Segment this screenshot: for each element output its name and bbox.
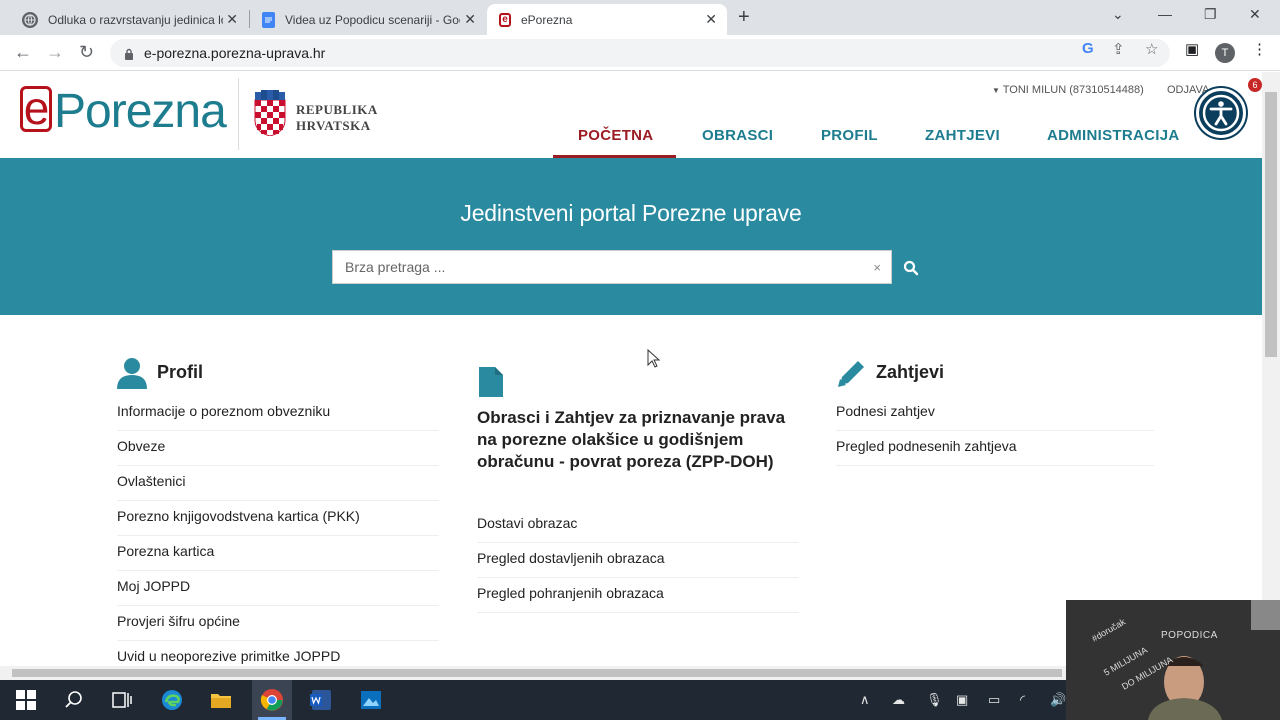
task-view-icon[interactable] <box>110 688 134 712</box>
wifi-icon[interactable]: ◜ <box>1020 692 1025 708</box>
more-menu-icon[interactable]: ⋮ <box>1252 40 1267 58</box>
close-tab-icon[interactable]: ✕ <box>705 12 717 26</box>
document-icon <box>479 367 503 397</box>
restore-icon[interactable]: ❐ <box>1204 6 1217 23</box>
zahtjevi-link-pregled[interactable]: Pregled podnesenih zahtjeva <box>836 438 1017 454</box>
mouse-cursor-icon <box>647 349 661 368</box>
profil-link-sifra-opcine[interactable]: Provjeri šifru općine <box>117 613 240 629</box>
horizontal-scrollbar[interactable] <box>0 666 1066 680</box>
address-bar[interactable]: e-porezna.porezna-uprava.hr <box>110 39 1170 67</box>
share-icon[interactable]: ⇪ <box>1112 40 1125 58</box>
side-panel-icon[interactable]: ▣ <box>1185 40 1199 58</box>
site-header: e Porezna REPUBLIKA HRVATSKA ▼ TONI MILU… <box>0 72 1262 158</box>
photos-icon[interactable] <box>359 688 383 712</box>
forward-icon[interactable]: → <box>46 42 64 62</box>
hero-banner: Jedinstveni portal Porezne uprave × <box>0 158 1262 315</box>
nav-administracija[interactable]: ADMINISTRACIJA <box>1047 127 1180 144</box>
obrasci-link-dostavi[interactable]: Dostavi obrazac <box>477 515 577 531</box>
profil-link-ovlastenici[interactable]: Ovlaštenici <box>117 473 185 489</box>
browser-tabstrip: Odluka o razvrstavanju jedinica lo ✕ Vid… <box>0 0 1280 35</box>
bookmark-star-icon[interactable]: ☆ <box>1145 40 1158 58</box>
search-icon[interactable] <box>903 260 919 276</box>
url-text: e-porezna.porezna-uprava.hr <box>144 45 326 61</box>
microphone-icon[interactable]: 🎙 <box>926 692 943 708</box>
search-taskbar-icon[interactable] <box>62 688 86 712</box>
new-tab-icon[interactable]: + <box>738 7 750 27</box>
tab-odluka[interactable]: Odluka o razvrstavanju jedinica lo ✕ <box>10 4 248 35</box>
profil-link-porezna-kartica[interactable]: Porezna kartica <box>117 543 214 559</box>
user-icon <box>117 358 147 389</box>
word-icon[interactable] <box>309 688 333 712</box>
battery-icon[interactable]: ▭ <box>988 692 1000 708</box>
profil-link-informacije[interactable]: Informacije o poreznom obvezniku <box>117 403 330 419</box>
user-menu[interactable]: ▼ TONI MILUN (87310514488) ODJAVA <box>992 84 1209 96</box>
minimize-icon[interactable]: — <box>1158 6 1172 22</box>
globe-icon <box>22 11 38 28</box>
obrasci-link-dostavljeni[interactable]: Pregled dostavljenih obrazaca <box>477 550 665 566</box>
obrasci-heading: Obrasci i Zahtjev za priznavanje prava n… <box>477 408 786 471</box>
tray-overflow-icon[interactable]: ∧ <box>860 692 870 708</box>
webcam-overlay: #doručak 5 MILIJUNA DO MILIJUNA POPODICA <box>1066 600 1280 720</box>
close-window-icon[interactable]: ✕ <box>1249 6 1261 23</box>
eporezna-icon: e <box>499 12 511 27</box>
tab-title: Odluka o razvrstavanju jedinica lo <box>48 12 223 27</box>
vertical-scrollbar[interactable] <box>1262 72 1280 684</box>
tab-videa[interactable]: Videa uz Popodicu scenariji - Goo ✕ <box>250 4 486 35</box>
onedrive-icon[interactable]: ☁ <box>892 692 905 708</box>
volume-icon[interactable]: 🔊 <box>1050 692 1066 708</box>
notification-badge[interactable]: 6 <box>1248 78 1262 92</box>
republika-hrvatska-label: REPUBLIKA HRVATSKA <box>296 102 378 133</box>
profil-link-pkk[interactable]: Porezno knjigovodstvena kartica (PKK) <box>117 508 360 524</box>
nav-obrasci[interactable]: OBRASCI <box>702 127 773 144</box>
windows-start-icon[interactable] <box>14 688 38 712</box>
pencil-icon <box>838 361 864 387</box>
obrasci-link-pohranjeni[interactable]: Pregled pohranjenih obrazaca <box>477 585 664 601</box>
profil-link-neoporezivi-primici[interactable]: Uvid u neoporezive primitke JOPPD <box>117 648 340 664</box>
user-name[interactable]: TONI MILUN (87310514488) <box>1003 84 1144 96</box>
webcam-label: POPODICA <box>1161 630 1218 641</box>
quick-search: × <box>332 250 892 284</box>
croatia-coat-of-arms-icon <box>254 90 286 136</box>
lock-icon <box>124 47 134 60</box>
eporezna-logo[interactable]: e Porezna <box>20 85 227 138</box>
file-explorer-icon[interactable] <box>209 688 233 712</box>
close-tab-icon[interactable]: ✕ <box>226 12 238 26</box>
profil-heading: Profil <box>157 362 204 382</box>
nav-pocetna[interactable]: POČETNA <box>578 127 653 144</box>
close-tab-icon[interactable]: ✕ <box>464 12 476 26</box>
edge-icon[interactable] <box>160 688 184 712</box>
zahtjevi-heading: Zahtjevi <box>876 362 945 382</box>
tab-eporezna[interactable]: e ePorezna ✕ <box>487 4 727 35</box>
chrome-icon[interactable] <box>260 688 284 712</box>
presenter-video: #doručak 5 MILIJUNA DO MILIJUNA <box>1066 600 1280 720</box>
nav-zahtjevi[interactable]: ZAHTJEVI <box>925 127 1000 144</box>
tab-title: ePorezna <box>521 12 573 27</box>
screen-icon[interactable]: ▣ <box>956 692 968 708</box>
profil-link-joppd[interactable]: Moj JOPPD <box>117 578 190 594</box>
tab-search-icon[interactable]: ⌄ <box>1112 6 1124 23</box>
google-icon[interactable]: G <box>1082 40 1094 57</box>
accessibility-icon[interactable] <box>1196 88 1246 138</box>
zahtjevi-link-podnesi[interactable]: Podnesi zahtjev <box>836 403 935 419</box>
docs-icon <box>262 11 275 28</box>
profil-link-obveze[interactable]: Obveze <box>117 438 165 454</box>
clear-search-icon[interactable]: × <box>873 260 881 275</box>
reload-icon[interactable]: ↻ <box>79 42 94 62</box>
hero-title: Jedinstveni portal Porezne uprave <box>460 200 802 226</box>
nav-profil[interactable]: PROFIL <box>821 127 878 144</box>
back-icon[interactable]: ← <box>14 42 32 62</box>
search-input[interactable] <box>333 251 853 283</box>
browser-toolbar: ← → ↻ e-porezna.porezna-uprava.hr G ⇪ ☆ … <box>0 35 1280 71</box>
profile-avatar[interactable]: T <box>1215 43 1235 63</box>
tab-title: Videa uz Popodicu scenariji - Goo <box>285 12 460 27</box>
